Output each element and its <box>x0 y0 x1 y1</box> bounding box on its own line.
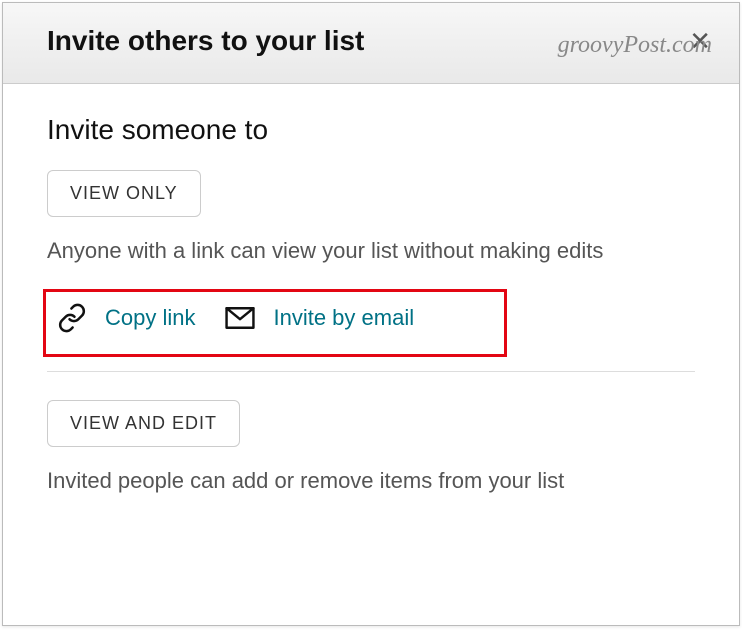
invite-email-action[interactable]: Invite by email <box>225 305 414 331</box>
invite-modal: Invite others to your list ✕ groovyPost.… <box>2 2 740 626</box>
copy-link-action[interactable]: Copy link <box>57 303 195 333</box>
close-button[interactable]: ✕ <box>689 28 711 54</box>
modal-body: Invite someone to VIEW ONLY Anyone with … <box>3 84 739 547</box>
copy-link-label: Copy link <box>105 305 195 331</box>
modal-header: Invite others to your list ✕ <box>3 3 739 84</box>
modal-title: Invite others to your list <box>47 25 364 57</box>
invite-email-label: Invite by email <box>273 305 414 331</box>
view-and-edit-button[interactable]: VIEW AND EDIT <box>47 400 240 447</box>
view-edit-description: Invited people can add or remove items f… <box>47 465 695 497</box>
link-icon <box>57 303 87 333</box>
view-only-description: Anyone with a link can view your list wi… <box>47 235 695 267</box>
section-title: Invite someone to <box>47 114 695 146</box>
section-divider <box>47 371 695 372</box>
view-only-button[interactable]: VIEW ONLY <box>47 170 201 217</box>
actions-row: Copy link Invite by email <box>47 287 695 353</box>
mail-icon <box>225 307 255 329</box>
